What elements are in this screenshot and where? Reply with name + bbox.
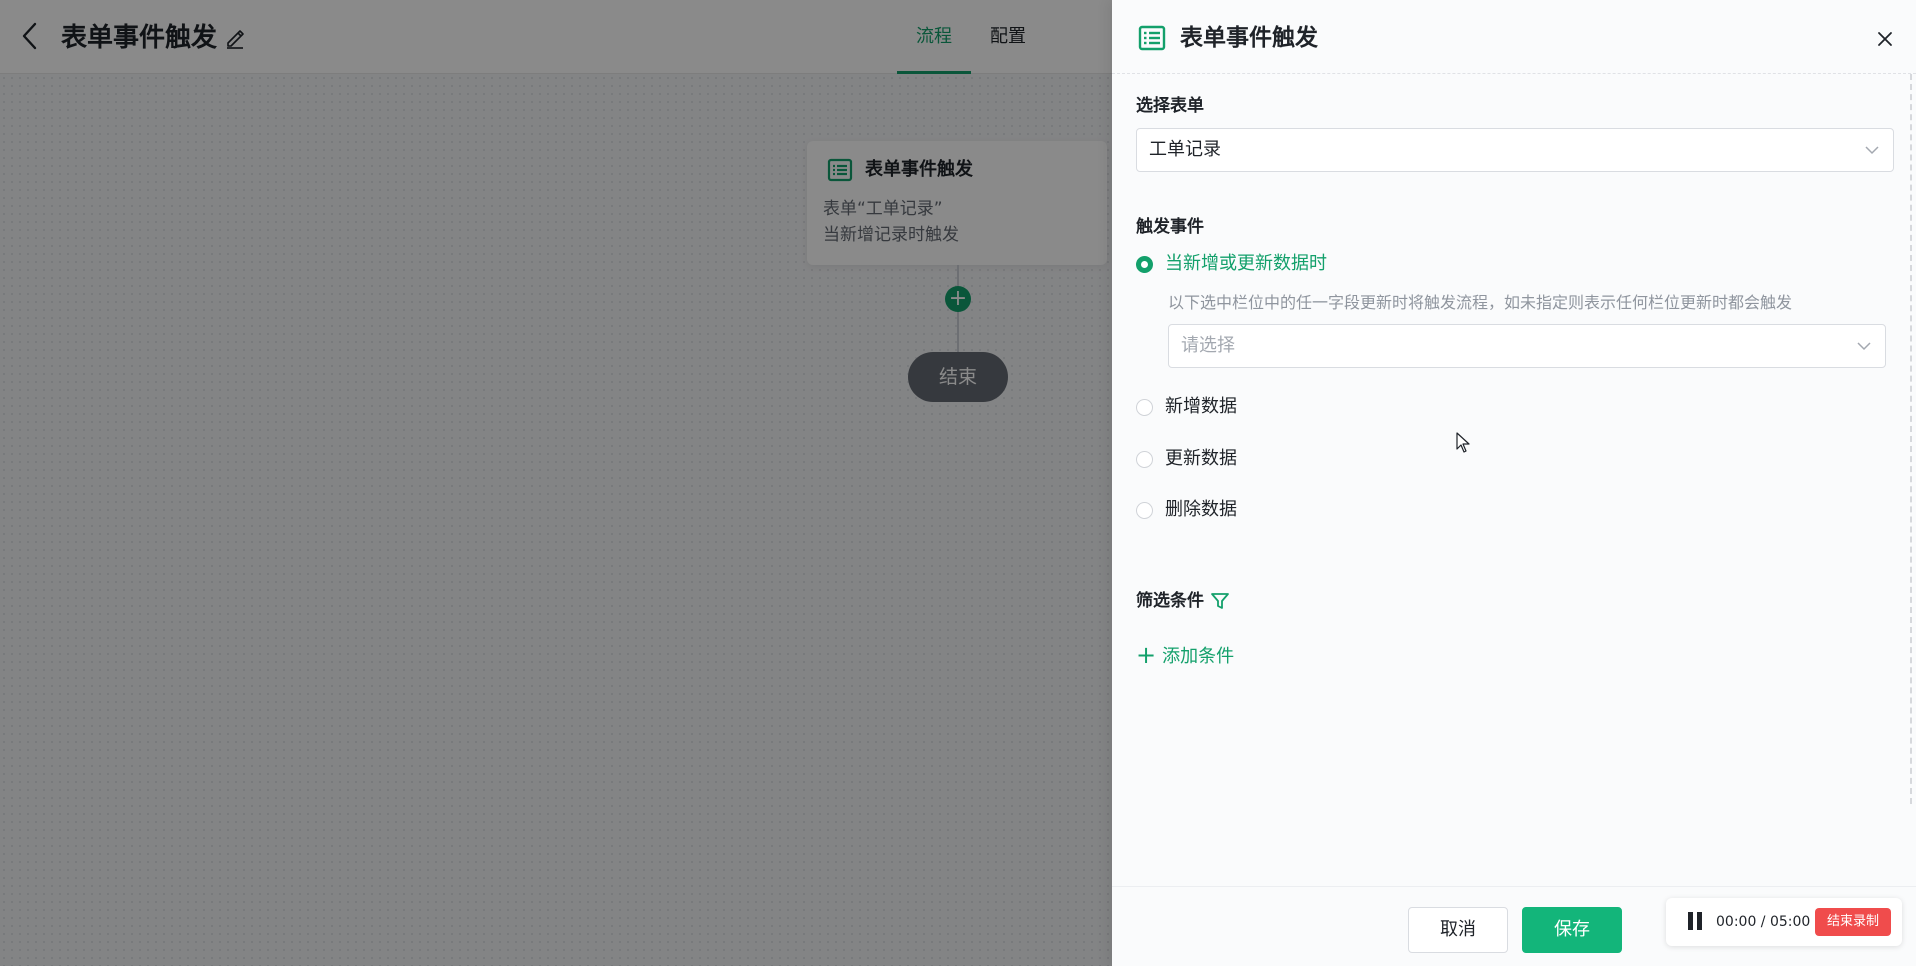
- filter-funnel-icon[interactable]: [1210, 591, 1230, 611]
- drawer-title: 表单事件触发: [1180, 25, 1318, 51]
- trigger-settings-drawer: 表单事件触发 选择表单 工单记录 触发事件 当新增或更新数据时 以下选中栏位中的…: [1112, 0, 1916, 966]
- radio-button[interactable]: [1136, 450, 1153, 468]
- add-condition-button[interactable]: + 添加条件: [1136, 641, 1234, 669]
- radio-button[interactable]: [1136, 501, 1153, 519]
- select-form-label: 选择表单: [1136, 96, 1204, 116]
- plus-icon: +: [1136, 641, 1157, 669]
- pause-icon[interactable]: [1686, 912, 1704, 932]
- filter-label: 筛选条件: [1136, 591, 1204, 611]
- modal-overlay[interactable]: [0, 0, 1112, 966]
- mouse-pointer-icon: [1456, 432, 1470, 453]
- close-icon[interactable]: [1875, 29, 1895, 49]
- save-button[interactable]: 保存: [1522, 907, 1622, 953]
- add-condition-label: 添加条件: [1162, 646, 1235, 667]
- screen-recorder-widget: 00:00 / 05:00 结束录制: [1666, 898, 1902, 946]
- field-select[interactable]: 请选择: [1168, 324, 1886, 368]
- form-list-icon: [1138, 24, 1166, 52]
- radio-label: 更新数据: [1165, 448, 1237, 469]
- recording-timer: 00:00 / 05:00: [1716, 914, 1811, 930]
- form-select-value: 工单记录: [1149, 139, 1221, 160]
- drawer-header: 表单事件触发: [1112, 0, 1916, 74]
- radio-option-add-or-update[interactable]: 当新增或更新数据时: [1136, 249, 1327, 279]
- drawer-scrollbar[interactable]: [1908, 74, 1914, 804]
- chevron-down-icon: [1857, 342, 1871, 351]
- cancel-button[interactable]: 取消: [1408, 907, 1508, 953]
- radio-option-add[interactable]: 新增数据: [1136, 392, 1237, 422]
- radio-button-checked[interactable]: [1136, 255, 1153, 273]
- field-select-placeholder: 请选择: [1181, 335, 1235, 356]
- radio-option-update[interactable]: 更新数据: [1136, 444, 1237, 474]
- stop-recording-button[interactable]: 结束录制: [1815, 908, 1891, 936]
- radio-button[interactable]: [1136, 398, 1153, 416]
- form-select[interactable]: 工单记录: [1136, 128, 1894, 172]
- radio-option-delete[interactable]: 删除数据: [1136, 495, 1237, 525]
- field-select-hint: 以下选中栏位中的任一字段更新时将触发流程，如未指定则表示任何栏位更新时都会触发: [1168, 293, 1793, 312]
- chevron-down-icon: [1865, 146, 1879, 155]
- radio-label: 新增数据: [1165, 396, 1237, 417]
- radio-label: 当新增或更新数据时: [1165, 253, 1327, 274]
- trigger-event-label: 触发事件: [1136, 217, 1204, 237]
- radio-label: 删除数据: [1165, 499, 1237, 520]
